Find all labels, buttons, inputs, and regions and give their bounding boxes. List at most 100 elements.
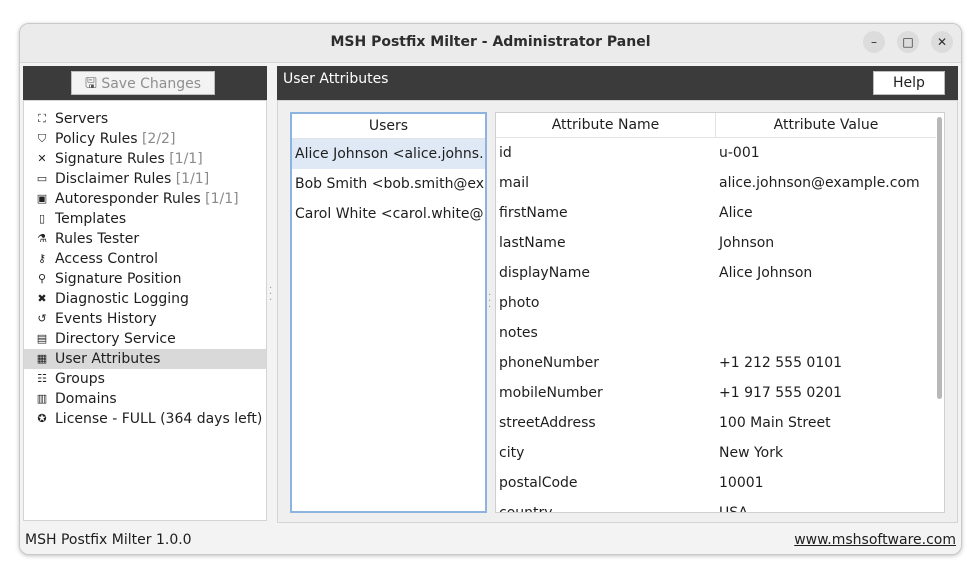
- title-bar[interactable]: MSH Postfix Milter - Administrator Panel…: [20, 24, 961, 63]
- sidebar-item-rules-tester[interactable]: ⚗ Rules Tester: [24, 229, 266, 249]
- table-row[interactable]: mobileNumber +1 917 555 0201: [496, 378, 936, 408]
- website-link[interactable]: www.mshsoftware.com: [794, 532, 956, 548]
- servers-icon: ⛶: [38, 112, 46, 125]
- sidebar-item-text: Policy Rules: [55, 131, 138, 147]
- table-row[interactable]: firstName Alice: [496, 198, 936, 228]
- table-row[interactable]: lastName Johnson: [496, 228, 936, 258]
- folder-icon: ▤: [36, 332, 48, 345]
- signature-icon: ✕: [37, 152, 47, 165]
- attribute-value-cell[interactable]: +1 212 555 0101: [719, 348, 842, 378]
- users-column-header[interactable]: Users: [292, 114, 485, 139]
- sidebar-item-text: Signature Position: [55, 271, 182, 287]
- sidebar-item-label: Access Control: [55, 249, 158, 269]
- key-icon: ⚷: [37, 252, 47, 265]
- attribute-value-cell[interactable]: 10001: [719, 468, 764, 498]
- sidebar-item-text: Templates: [55, 211, 127, 227]
- sidebar-item-text: Access Control: [55, 251, 158, 267]
- table-row[interactable]: postalCode 10001: [496, 468, 936, 498]
- navigation-tree: ⛶ Servers ⛉ Policy Rules [2/2] ✕ Signature Ru…: [23, 100, 267, 521]
- maximize-icon[interactable]: □: [897, 31, 919, 53]
- attribute-value-cell[interactable]: alice.johnson@example.com: [719, 168, 920, 198]
- sidebar-item-label: Directory Service: [55, 329, 176, 349]
- attribute-value-cell[interactable]: New York: [719, 438, 783, 468]
- save-changes-button[interactable]: 🖫 Save Changes: [71, 71, 215, 95]
- sidebar-item-label: Signature Position: [55, 269, 182, 289]
- minimize-icon[interactable]: –: [863, 31, 885, 53]
- attribute-name-cell: postalCode: [499, 475, 578, 491]
- sidebar-item-text: License - FULL (364 days left): [55, 411, 263, 427]
- sidebar-item-groups[interactable]: ☷ Groups: [24, 369, 266, 389]
- user-list-item[interactable]: Carol White <carol.white@...: [292, 199, 485, 229]
- sidebar-item-access-control[interactable]: ⚷ Access Control: [24, 249, 266, 269]
- table-row[interactable]: id u-001: [496, 138, 936, 168]
- table-row[interactable]: country USA: [496, 498, 936, 513]
- location-pin-icon: ⚲: [37, 272, 47, 285]
- attribute-name-cell: country: [499, 505, 553, 513]
- attribute-value-cell[interactable]: +1 917 555 0201: [719, 378, 842, 408]
- sidebar-item-autoresponder-rules[interactable]: ▣ Autoresponder Rules [1/1]: [24, 189, 266, 209]
- table-row[interactable]: phoneNumber +1 212 555 0101: [496, 348, 936, 378]
- policy-icon: ⛉: [37, 132, 47, 145]
- sidebar-item-user-attributes[interactable]: ▦ User Attributes: [24, 349, 266, 369]
- attribute-value-column-header[interactable]: Attribute Value: [716, 113, 936, 137]
- sidebar-item-domains[interactable]: ▥ Domains: [24, 389, 266, 409]
- vertical-scrollbar[interactable]: [937, 117, 942, 399]
- table-row[interactable]: mail alice.johnson@example.com: [496, 168, 936, 198]
- attribute-name-cell: streetAddress: [499, 415, 596, 431]
- sidebar-item-diagnostic-logging[interactable]: ✖ Diagnostic Logging: [24, 289, 266, 309]
- sidebar-item-signature-rules[interactable]: ✕ Signature Rules [1/1]: [24, 149, 266, 169]
- attribute-name-column-header[interactable]: Attribute Name: [496, 113, 716, 137]
- sidebar-item-servers[interactable]: ⛶ Servers: [24, 109, 266, 129]
- table-row[interactable]: notes: [496, 318, 936, 348]
- attribute-name-cell: id: [499, 145, 512, 161]
- page-title: User Attributes: [283, 71, 389, 87]
- sidebar-item-text: Groups: [55, 371, 105, 387]
- sidebar-item-count: [1/1]: [175, 171, 210, 187]
- content-header: User Attributes Help: [277, 66, 958, 100]
- table-row[interactable]: streetAddress 100 Main Street: [496, 408, 936, 438]
- domains-icon: ▥: [36, 392, 48, 405]
- help-button[interactable]: Help: [873, 71, 945, 95]
- attribute-value-cell[interactable]: 100 Main Street: [719, 408, 831, 438]
- history-icon: ↺: [37, 312, 47, 325]
- table-row[interactable]: displayName Alice Johnson: [496, 258, 936, 288]
- sidebar-item-label: Rules Tester: [55, 229, 139, 249]
- sidebar-item-license-full-364-days-left[interactable]: ✪ License - FULL (364 days left): [24, 409, 266, 429]
- attribute-value-cell[interactable]: Alice: [719, 198, 753, 228]
- attribute-value-cell[interactable]: u-001: [719, 138, 760, 168]
- sidebar-item-text: Disclaimer Rules: [55, 171, 172, 187]
- sidebar-item-text: Events History: [55, 311, 157, 327]
- sidebar-item-templates[interactable]: ▯ Templates: [24, 209, 266, 229]
- sidebar-item-label: Diagnostic Logging: [55, 289, 189, 309]
- users-splitter-handle[interactable]: · · ·: [488, 291, 491, 313]
- sidebar-item-text: Servers: [55, 111, 109, 127]
- sidebar-item-directory-service[interactable]: ▤ Directory Service: [24, 329, 266, 349]
- sidebar-item-label: User Attributes: [55, 349, 160, 369]
- attribute-name-cell: photo: [499, 295, 540, 311]
- attribute-value-cell[interactable]: USA: [719, 498, 748, 512]
- sidebar-item-text: Domains: [55, 391, 117, 407]
- window-title: MSH Postfix Milter - Administrator Panel: [330, 34, 651, 50]
- attribute-name-cell: phoneNumber: [499, 355, 600, 371]
- users-list[interactable]: Users Alice Johnson <alice.johns... Bob S…: [290, 112, 487, 513]
- sidebar-item-signature-position[interactable]: ⚲ Signature Position: [24, 269, 266, 289]
- sidebar-item-events-history[interactable]: ↺ Events History: [24, 309, 266, 329]
- sidebar-item-text: Autoresponder Rules: [55, 191, 201, 207]
- close-icon[interactable]: ✕: [931, 31, 953, 53]
- sidebar-item-policy-rules[interactable]: ⛉ Policy Rules [2/2]: [24, 129, 266, 149]
- sidebar-item-label: Events History: [55, 309, 157, 329]
- attribute-value-cell[interactable]: Alice Johnson: [719, 258, 812, 288]
- user-list-item[interactable]: Bob Smith <bob.smith@ex...: [292, 169, 485, 199]
- user-list-item[interactable]: Alice Johnson <alice.johns...: [292, 139, 485, 169]
- attributes-table[interactable]: Attribute Name Attribute Value id u-001 ma…: [495, 112, 945, 513]
- sidebar-item-count: [2/2]: [141, 131, 176, 147]
- sidebar-item-disclaimer-rules[interactable]: ▭ Disclaimer Rules [1/1]: [24, 169, 266, 189]
- sidebar-splitter-handle[interactable]: · · ·: [269, 284, 272, 306]
- table-row[interactable]: city New York: [496, 438, 936, 468]
- left-toolbar: 🖫 Save Changes: [23, 66, 267, 100]
- sidebar-item-count: [1/1]: [169, 151, 203, 167]
- attribute-value-cell[interactable]: Johnson: [719, 228, 774, 258]
- table-row[interactable]: photo: [496, 288, 936, 318]
- sidebar-item-label: Policy Rules [2/2]: [55, 129, 175, 149]
- attribute-name-cell: lastName: [499, 235, 566, 251]
